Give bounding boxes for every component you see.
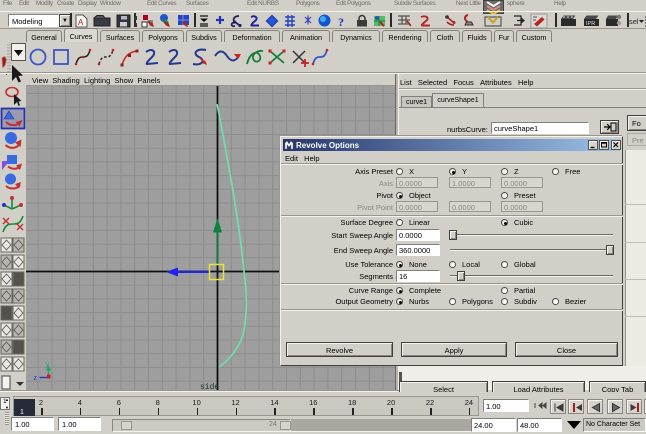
svg-text:sel: sel bbox=[629, 17, 639, 26]
svg-text:side: side bbox=[200, 383, 219, 390]
svg-text:y: y bbox=[46, 362, 50, 369]
svg-text:z: z bbox=[34, 375, 38, 382]
svg-text:IPR: IPR bbox=[586, 21, 595, 27]
svg-text:?: ? bbox=[338, 15, 344, 29]
svg-text:A: A bbox=[78, 18, 84, 27]
